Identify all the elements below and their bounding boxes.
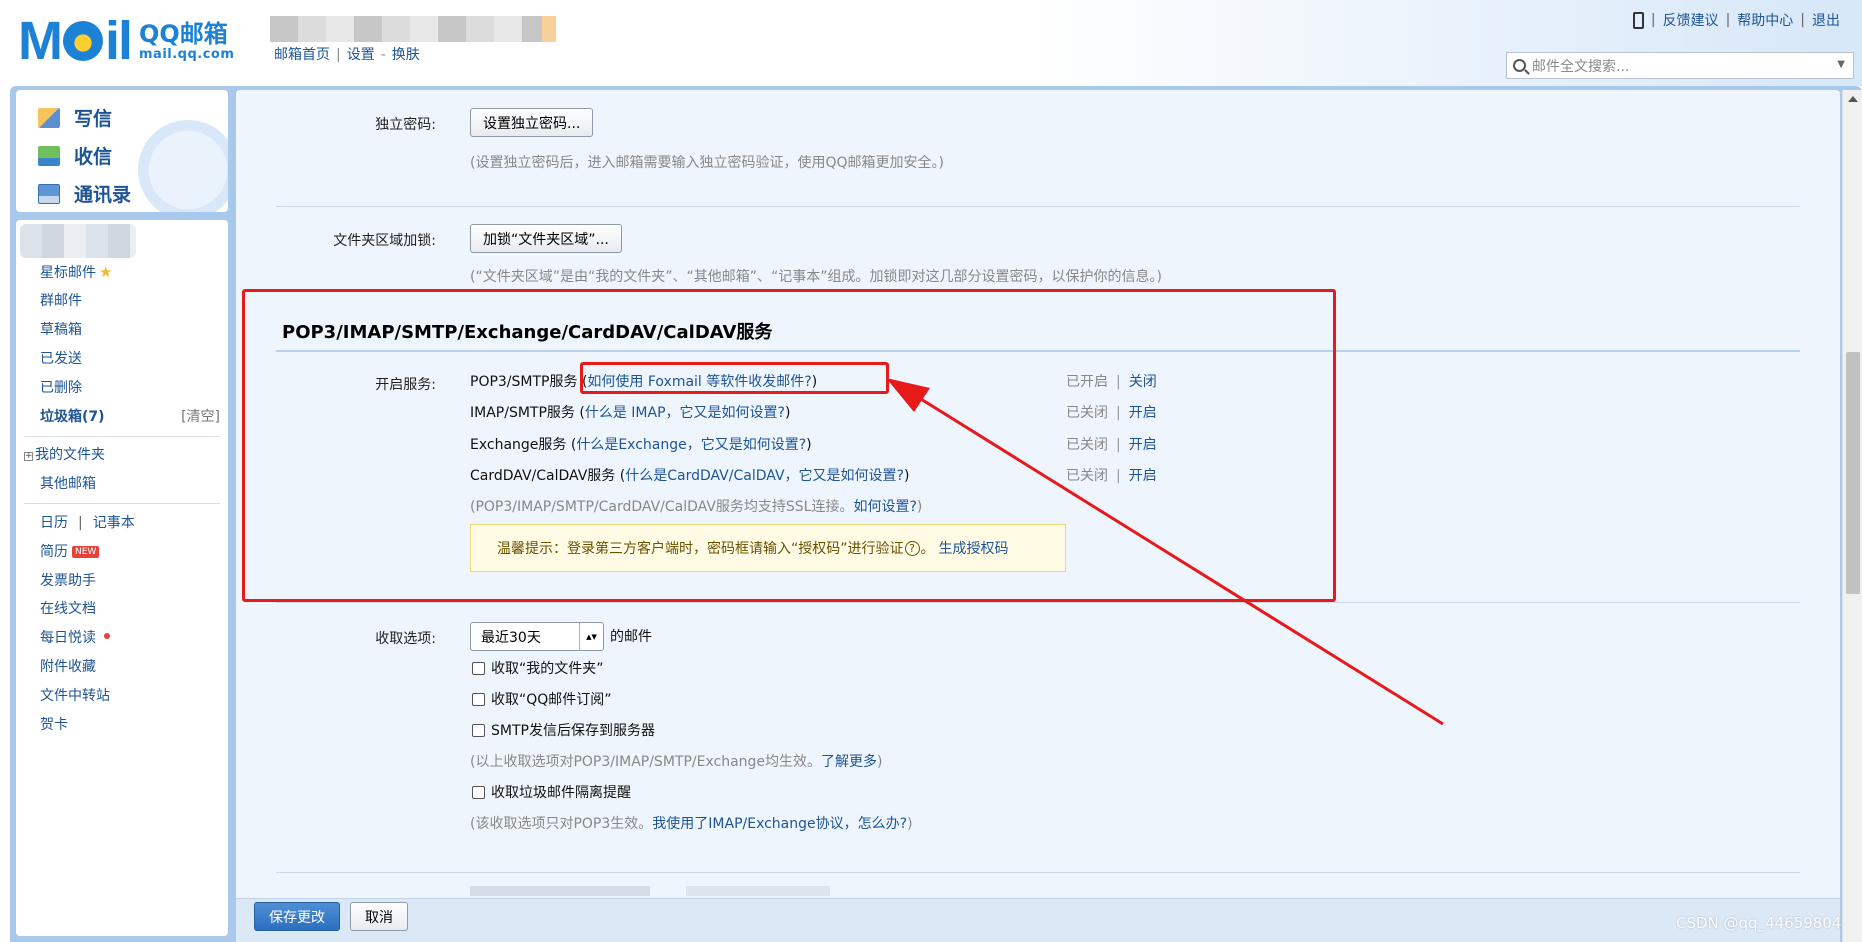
attachments-link[interactable]: 附件收藏 [40,656,96,676]
daily-reading-link[interactable]: 每日悦读 [40,627,110,647]
folder-other-mailboxes[interactable]: 其他邮箱 [40,473,96,493]
chevron-down-icon[interactable]: ▼ [1837,59,1845,70]
top-header: Mil QQ邮箱 mail.qq.com 邮箱首页 | 设置 - 换肤 | 反馈建议 | … [0,0,1862,86]
independent-password-hint: (设置独立密码后，进入邮箱需要输入独立密码验证，使用QQ邮箱更加安全。) [470,155,944,171]
action-bar [236,898,1840,942]
receive-range-select[interactable]: 最近30天 ▲▼ [470,622,604,651]
scroll-up-icon[interactable] [1848,96,1858,102]
nav-settings[interactable]: 设置 [347,47,375,63]
nav-skin[interactable]: 换肤 [392,47,420,63]
folder-lock-hint: (“文件夹区域”是由“我的文件夹”、“其他邮箱”、“记事本”组成。加锁即对这几部… [470,269,1162,285]
top-links: | 反馈建议 | 帮助中心 | 退出 [1632,10,1840,30]
logo-text: QQ邮箱 mail.qq.com [139,20,234,62]
annotation-pop3-box [580,362,889,394]
divider [24,436,220,437]
divider [276,872,1800,873]
contacts-button[interactable]: 通讯录 [38,180,131,207]
receive-button[interactable]: 收信 [38,142,112,169]
contacts-icon [38,183,60,204]
nav-mail-home[interactable]: 邮箱首页 [274,47,330,63]
option-my-folders[interactable]: 收取“我的文件夹” [472,658,604,678]
receive-options-label: 收取选项: [375,631,436,647]
annotation-services-box [242,289,1336,602]
receive-suffix: 的邮件 [610,629,652,645]
mail-logo-mark: Mil [18,11,133,71]
save-changes-button[interactable]: 保存更改 [254,902,340,931]
folder-deleted[interactable]: 已删除 [40,377,82,397]
set-independent-password-button[interactable]: 设置独立密码... [470,108,594,137]
vertical-scrollbar[interactable] [1842,90,1862,942]
notebook-link[interactable]: 记事本 [93,515,135,531]
invoice-assistant-link[interactable]: 发票助手 [40,570,96,590]
folder-lock-label: 文件夹区域加锁: [333,233,436,249]
imap-exchange-help-link[interactable]: 我使用了IMAP/Exchange协议，怎么办? [652,816,907,832]
compose-icon [38,107,60,128]
folder-my-folders[interactable]: + 我的文件夹 [24,444,105,464]
greeting-cards-link[interactable]: 贺卡 [40,714,68,734]
inbox-icon [38,145,60,166]
resume-link[interactable]: 简历 NEW [40,541,100,561]
folder-spam[interactable]: 垃圾箱(7) [40,406,105,426]
divider [276,602,1800,603]
folder-list: 星标邮件 ★ 群邮件 草稿箱 已发送 已删除 垃圾箱(7) [清空] + 我的文件夹… [16,220,228,936]
compose-button[interactable]: 写信 [38,104,112,131]
expand-icon[interactable]: + [24,452,33,461]
option-spam-alert[interactable]: 收取垃圾邮件隔离提醒 [472,782,631,802]
search-placeholder: 邮件全文搜索... [1532,58,1630,75]
cancel-button[interactable]: 取消 [350,902,408,931]
independent-password-label: 独立密码: [375,117,436,133]
search-input[interactable]: 邮件全文搜索... ▼ [1506,52,1854,79]
account-name-blurred [270,16,556,42]
new-badge: NEW [72,546,100,558]
receive-options-hint: (以上收取选项对POP3/IMAP/SMTP/Exchange均生效。了解更多) [470,754,883,770]
scroll-thumb[interactable] [1846,352,1860,594]
quick-actions: 写信 收信 通讯录 [16,90,228,212]
folder-sent[interactable]: 已发送 [40,348,82,368]
calendar-link[interactable]: 日历 [40,515,68,531]
search-icon[interactable] [1513,59,1526,72]
qq-mail-logo[interactable]: Mil QQ邮箱 mail.qq.com [18,14,234,68]
checkbox[interactable] [472,692,485,706]
folder-drafts[interactable]: 草稿箱 [40,319,82,339]
unread-dot [104,633,110,639]
online-docs-link[interactable]: 在线文档 [40,598,96,618]
divider [24,503,220,504]
lock-folder-area-button[interactable]: 加锁“文件夹区域”... [470,224,622,253]
clipped-option-row [470,886,830,896]
help-center-link[interactable]: 帮助中心 [1737,10,1793,30]
option-smtp-save[interactable]: SMTP发信后保存到服务器 [472,720,655,740]
feedback-link[interactable]: 反馈建议 [1663,10,1719,30]
folder-starred[interactable]: 星标邮件 ★ [40,262,112,282]
file-transfer-link[interactable]: 文件中转站 [40,685,110,705]
star-icon: ★ [99,263,113,281]
option-qq-subscriptions[interactable]: 收取“QQ邮件订阅” [472,689,612,709]
top-nav: 邮箱首页 | 设置 - 换肤 [274,47,420,63]
pop3-only-hint: (该收取选项只对POP3生效。我使用了IMAP/Exchange协议，怎么办?) [470,816,913,832]
calendar-notebook: 日历 | 记事本 [40,515,135,531]
phone-icon[interactable] [1632,11,1644,29]
csdn-watermark: CSDN @qq_44659804 [1676,914,1842,932]
checkbox[interactable] [472,785,485,799]
divider [276,206,1800,207]
select-arrows-icon: ▲▼ [579,623,603,650]
brand-domain: mail.qq.com [139,47,235,62]
checkbox[interactable] [472,723,485,737]
learn-more-link[interactable]: 了解更多 [821,754,877,770]
spam-clear-link[interactable]: [清空] [181,406,220,426]
brand-name: QQ邮箱 [139,20,228,48]
folder-group[interactable]: 群邮件 [40,290,82,310]
checkbox[interactable] [472,661,485,675]
logout-link[interactable]: 退出 [1812,10,1840,30]
inbox-blurred[interactable] [20,224,136,258]
penguin-decoration [138,120,228,212]
